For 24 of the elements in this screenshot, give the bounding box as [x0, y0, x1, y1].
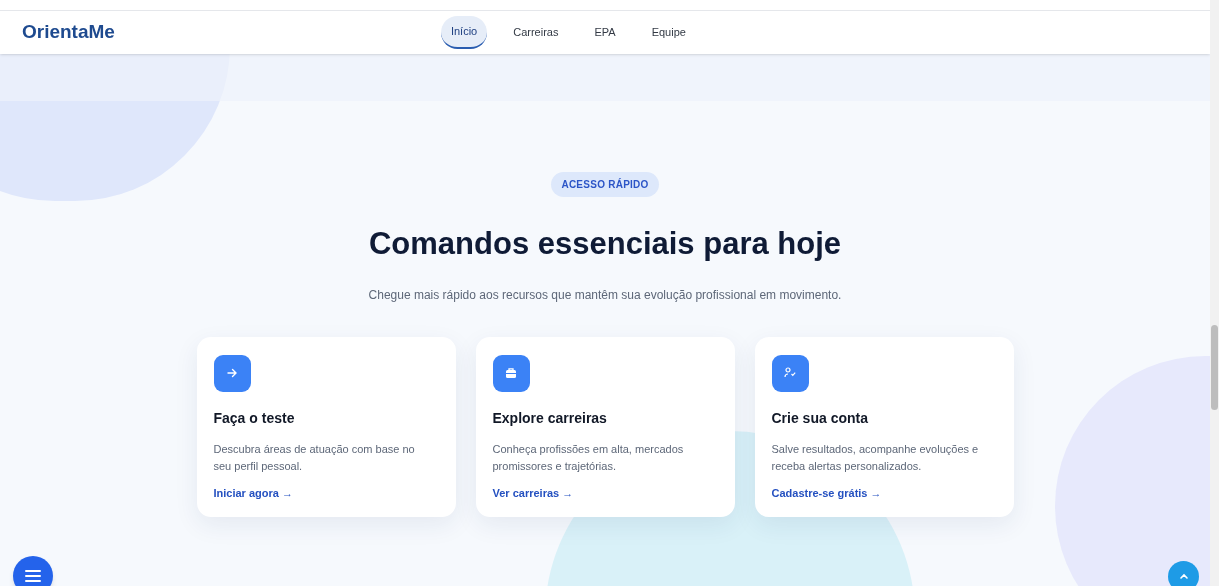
card-description: Salve resultados, acompanhe evoluções e receba alertas personalizados.: [771, 441, 980, 474]
nav-tab[interactable]: Carreiras: [503, 17, 569, 48]
section-heading: Comandos essenciais para hoje: [368, 225, 842, 263]
card-title: Explore carreiras: [492, 408, 607, 428]
card-description: Conheça profissões em alta, mercados promissores e trajetórias.: [492, 441, 685, 474]
section-badge: ACESSO RÁPIDO: [551, 172, 659, 197]
nav-tab[interactable]: Início: [440, 16, 488, 49]
arrow-right-icon: [213, 354, 251, 392]
scrollbar[interactable]: [1210, 0, 1219, 586]
card-description: Descubra áreas de atuação com base no seu perfil pessoal.: [213, 441, 416, 474]
brand-logo[interactable]: OrientaMe: [22, 18, 115, 47]
user-check-icon: [771, 354, 809, 392]
nav-tab[interactable]: EPA: [584, 17, 626, 48]
menu-icon: [24, 569, 42, 583]
briefcase-icon: [492, 354, 530, 392]
section-subtitle: Chegue mais rápido aos recursos que mantêm sua evolução profissional em movimento.: [368, 286, 842, 304]
card-link[interactable]: Ver carreiras →: [492, 484, 574, 501]
nav-tab[interactable]: Equipe: [641, 17, 696, 48]
chevron-up-icon: [1178, 573, 1189, 580]
card-link[interactable]: Iniciar agora →: [213, 484, 293, 501]
card-link[interactable]: Cadastre-se grátis →: [771, 484, 882, 501]
menu-button[interactable]: [13, 556, 53, 586]
card-title: Faça o teste: [213, 408, 295, 428]
card-title: Crie sua conta: [771, 408, 868, 428]
